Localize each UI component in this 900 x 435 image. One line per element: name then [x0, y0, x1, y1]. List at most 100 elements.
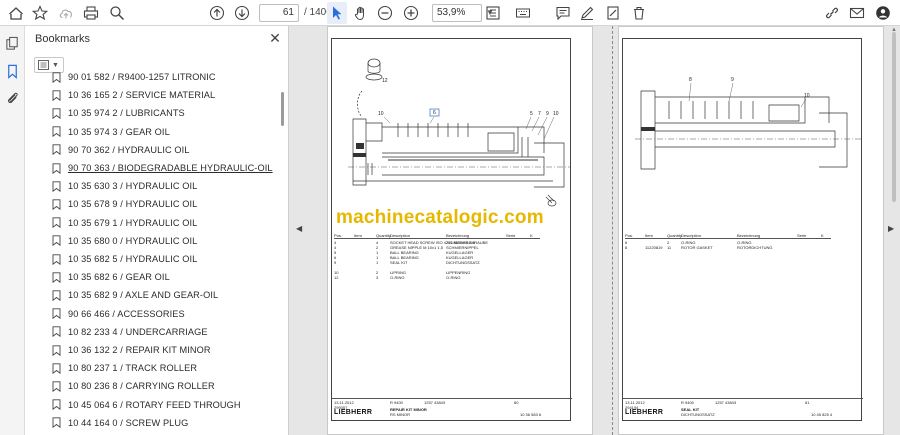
bookmark-icon	[52, 344, 61, 356]
attachments-icon[interactable]	[4, 89, 21, 106]
zoom-in-icon[interactable]	[402, 4, 420, 22]
close-icon[interactable]: ✕	[268, 31, 282, 45]
bookmark-item[interactable]: 10 35 682 6 / GEAR OIL	[52, 268, 170, 286]
bookmark-label: 90 70 363 / BIODEGRADABLE HYDRAULIC-OIL	[68, 163, 273, 173]
callout-label: 8	[689, 77, 692, 83]
table-header: Pos. Item Quantity Description Bezeichnung Se…	[334, 233, 540, 239]
bookmark-icon	[52, 381, 61, 392]
table-header-cell: Quantity	[667, 233, 682, 238]
title-block: 13.11.2012 294194 R 9400 1257 43843 SEAL…	[623, 398, 863, 418]
tb-part-no: 10 45 825 4	[811, 412, 833, 417]
email-icon[interactable]	[848, 4, 866, 22]
table-cell: 12	[334, 275, 339, 280]
chevron-down-icon: ▼	[52, 61, 59, 69]
page-number-input[interactable]: 61	[259, 4, 299, 22]
bookmark-label: 10 35 678 9 / HYDRAULIC OIL	[68, 199, 198, 210]
tb-serial: 1257 43843	[715, 400, 737, 405]
bookmark-icon	[52, 181, 61, 192]
cloud-upload-icon[interactable]	[57, 4, 75, 22]
table-cell	[821, 245, 831, 250]
account-icon[interactable]	[874, 4, 892, 22]
document-scrollbar[interactable]	[892, 32, 896, 202]
bookmark-item[interactable]: 10 80 237 1 / TRACK ROLLER	[52, 359, 197, 377]
page-down-icon[interactable]	[233, 4, 251, 22]
table-header-cell: Item	[354, 233, 362, 238]
print-icon[interactable]	[82, 4, 100, 22]
tb-name-de: DICHTUNGSSATZ	[681, 412, 715, 417]
bookmark-icon	[52, 217, 61, 229]
bookmark-icon	[52, 272, 61, 283]
bookmark-item[interactable]: 10 35 680 0 / HYDRAULIC OIL	[52, 232, 197, 250]
table-header-cell: Bezeichnung	[737, 233, 761, 238]
bookmark-item[interactable]: 10 35 679 1 / HYDRAULIC OIL	[52, 214, 197, 232]
collapse-right-chevron-icon[interactable]: ▶	[888, 224, 894, 233]
panel-scrollbar[interactable]	[281, 92, 284, 126]
navigation-rail	[0, 26, 25, 435]
tb-serial: 1257 43843	[424, 400, 446, 405]
page-up-icon[interactable]	[208, 4, 226, 22]
bookmark-item[interactable]: 10 45 064 6 / ROTARY FEED THROUGH	[52, 396, 241, 414]
table-header-cell: Quantity	[376, 233, 391, 238]
table-cell	[530, 275, 540, 280]
bookmark-item[interactable]: 10 35 682 9 / AXLE AND GEAR-OIL	[52, 286, 218, 304]
page-divider	[612, 26, 613, 435]
bookmark-icon	[52, 108, 61, 119]
callout-label: 9	[546, 111, 549, 117]
bookmark-label: 10 35 682 6 / GEAR OIL	[68, 272, 170, 283]
bookmarks-panel: Bookmarks ✕ ▼ 90 01 582 / R9400-1257 LIT…	[25, 26, 289, 435]
bookmark-item[interactable]: 10 35 630 3 / HYDRAULIC OIL	[52, 177, 197, 195]
bookmark-item[interactable]: 10 35 974 2 / LUBRICANTS	[52, 104, 185, 122]
bookmark-item[interactable]: 10 35 678 9 / HYDRAULIC OIL	[52, 195, 197, 213]
zoom-search-icon[interactable]	[108, 4, 126, 22]
link-icon[interactable]	[823, 4, 841, 22]
pdf-page-61: 8 9 10 Pos. Item Quantity Description Bezeic…	[618, 26, 884, 435]
bookmark-item[interactable]: 10 36 132 2 / REPAIR KIT MINOR	[52, 341, 211, 359]
table-cell	[354, 275, 376, 280]
home-icon[interactable]	[7, 4, 25, 22]
bookmark-item[interactable]: 10 44 164 0 / SCREW PLUG	[52, 414, 188, 432]
comment-icon[interactable]	[554, 4, 572, 22]
table-cell	[797, 245, 821, 250]
bookmark-label: 90 01 582 / R9400-1257 LITRONIC	[68, 72, 216, 82]
parts-table: Pos. Item Quantity Description Bezeichnung Se…	[334, 233, 540, 280]
tb-part-no: 10 36 583 6	[520, 412, 542, 417]
collapse-left-chevron-icon[interactable]: ◀	[296, 224, 302, 233]
panel-title: Bookmarks	[35, 33, 91, 45]
bookmarks-icon[interactable]	[4, 63, 21, 80]
bookmark-item[interactable]: 10 35 682 5 / HYDRAULIC OIL	[52, 250, 197, 268]
trash-icon[interactable]	[630, 4, 648, 22]
hand-icon[interactable]	[352, 4, 370, 22]
bookmark-item[interactable]: 90 70 363 / BIODEGRADABLE HYDRAULIC-OIL	[52, 159, 273, 177]
bookmark-item[interactable]: 90 70 362 / HYDRAULIC OIL	[52, 141, 189, 159]
star-icon[interactable]	[31, 4, 49, 22]
table-cell: 11	[667, 245, 672, 250]
pages-icon[interactable]	[4, 35, 21, 52]
bookmark-item[interactable]: 90 66 466 / ACCESSORIES	[52, 305, 185, 323]
bookmark-label: 10 45 064 6 / ROTARY FEED THROUGH	[68, 399, 241, 410]
zoom-level-input[interactable]: 53,9%	[432, 4, 482, 22]
watermark-text: machinecatalogic.com	[336, 207, 544, 228]
bookmark-item[interactable]: 90 01 582 / R9400-1257 LITRONIC	[52, 71, 216, 86]
bookmark-icon	[52, 235, 61, 247]
bookmark-icon	[52, 199, 61, 210]
tb-name-de: RS MINOR	[390, 412, 410, 417]
document-viewport[interactable]: 12 10 6 5 7 9 10 Pos. Item Quantity Descrip…	[289, 26, 900, 435]
keyboard-icon[interactable]	[514, 4, 532, 22]
zoom-out-icon[interactable]	[376, 4, 394, 22]
pdf-page-60: 12 10 6 5 7 9 10 Pos. Item Quantity Descrip…	[327, 26, 593, 435]
page-fit-icon[interactable]	[484, 4, 502, 22]
callout-label: 5	[530, 111, 533, 117]
table-cell: 3	[376, 275, 379, 280]
pen-icon[interactable]	[578, 4, 596, 22]
bookmark-icon	[52, 417, 61, 429]
highlight-erase-icon[interactable]	[604, 4, 622, 22]
bookmark-item[interactable]: 10 80 236 8 / CARRYING ROLLER	[52, 377, 215, 395]
select-cursor-icon[interactable]	[328, 4, 346, 22]
bookmark-label: 10 35 630 3 / HYDRAULIC OIL	[68, 181, 198, 192]
table-header-cell: Pos.	[334, 233, 343, 238]
bookmark-list: 90 01 582 / R9400-1257 LITRONIC 10 36 165…	[25, 71, 280, 435]
bookmark-label: 10 35 974 2 / LUBRICANTS	[68, 108, 185, 119]
bookmark-item[interactable]: 10 35 974 3 / GEAR OIL	[52, 123, 170, 141]
bookmark-item[interactable]: 10 36 165 2 / SERVICE MATERIAL	[52, 86, 215, 104]
bookmark-item[interactable]: 10 82 233 4 / UNDERCARRIAGE	[52, 323, 208, 341]
